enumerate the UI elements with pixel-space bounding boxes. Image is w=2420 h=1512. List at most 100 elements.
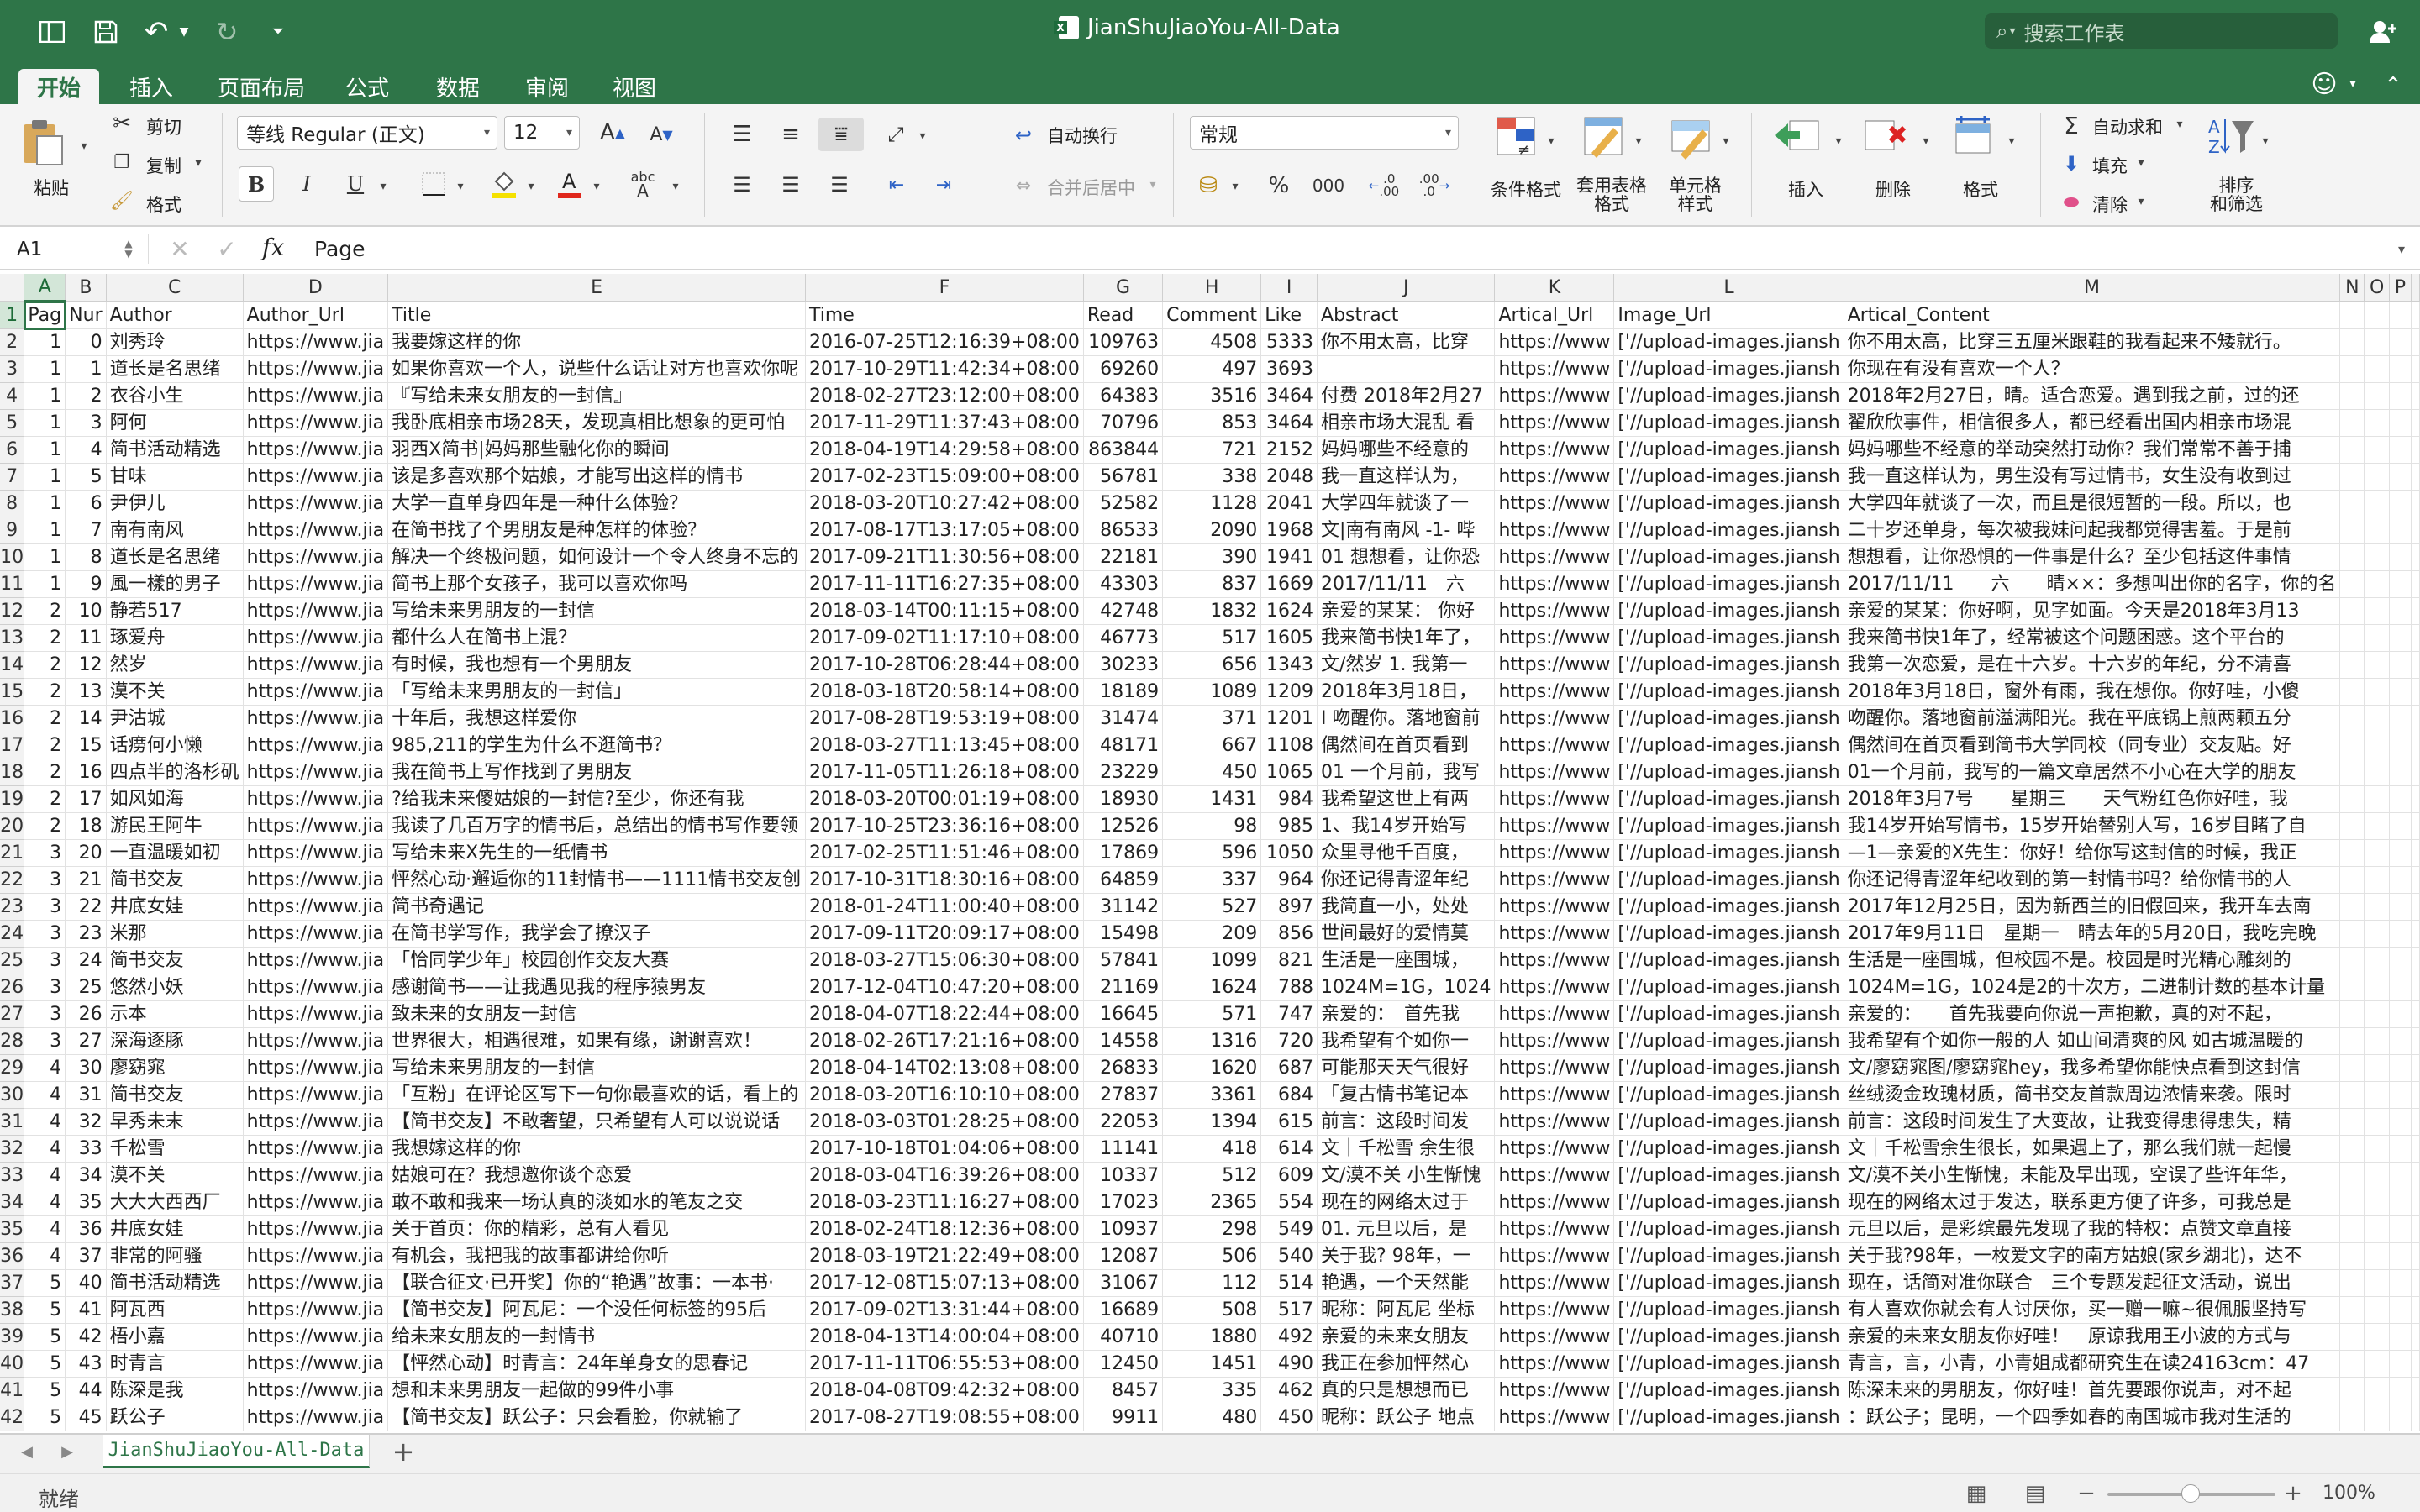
cell[interactable]: 琢爱舟 [106,624,244,652]
cell[interactable]: 有人喜欢你就会有人讨厌你，买一赠一嘛~很佩服坚持写 [1844,1296,2341,1324]
cell[interactable]: 1065 [1260,759,1318,786]
cell[interactable]: 1050 [1260,839,1318,867]
cell[interactable]: 悠然小妖 [106,974,244,1001]
cell[interactable]: https://www [1494,624,1615,652]
row-header[interactable]: 31 [0,1108,25,1136]
cell[interactable] [2364,1377,2391,1404]
redo-icon[interactable]: ↻ [210,16,244,48]
cell[interactable]: 2018-03-18T20:58:14+08:00 [805,678,1084,706]
cell[interactable]: 1343 [1260,651,1318,679]
cell[interactable] [2411,624,2420,652]
cell[interactable]: 44 [65,1377,107,1404]
cell[interactable]: 2018-03-20T10:27:42+08:00 [805,490,1084,517]
phonetic-dropdown-icon[interactable]: ▾ [669,178,682,195]
cell[interactable]: 你还记得青涩年纪收到的第一封情书吗？给你情书的人 [1844,866,2341,894]
cell[interactable] [2339,382,2365,410]
cell[interactable]: 2018-02-24T18:12:36+08:00 [805,1215,1084,1243]
conditional-format-icon[interactable]: ≠ [1492,113,1543,160]
conditional-format-label[interactable]: 条件格式 [1491,176,1561,202]
cell[interactable]: 1 [24,328,66,356]
cell[interactable]: Author_Url [243,301,389,329]
cell[interactable]: ['//upload-images.jiansh [1613,974,1844,1001]
align-right-button[interactable]: ☰ [818,168,860,202]
cell[interactable]: https://www.jia [243,1350,389,1378]
cell[interactable]: 1451 [1162,1350,1262,1378]
cell[interactable] [2339,812,2365,840]
cell[interactable]: https://www.jia [243,463,389,491]
cell-style-label[interactable]: 单元格 样式 [1669,176,1722,213]
cell[interactable]: 2017-12-04T10:47:20+08:00 [805,974,1084,1001]
cell[interactable] [2389,732,2412,759]
cell[interactable]: 简书奇遇记 [387,893,806,921]
cell[interactable]: 2017-08-27T19:08:55+08:00 [805,1404,1084,1431]
cell[interactable] [2364,732,2391,759]
cell[interactable]: 大大大西西厂 [106,1189,244,1216]
cell[interactable]: 42 [65,1323,107,1351]
cell[interactable]: 964 [1260,866,1318,894]
cell[interactable]: https://www.jia [243,839,389,867]
cell[interactable]: 48171 [1083,732,1164,759]
column-header-o[interactable]: O [2364,274,2391,302]
cell[interactable]: https://www [1494,1350,1615,1378]
column-header-p[interactable]: P [2389,274,2412,302]
bold-button[interactable]: B [239,166,274,202]
cell[interactable]: 亲爱的未来女朋友 [1317,1323,1496,1351]
cell[interactable]: 2 [24,812,66,840]
cell[interactable]: 18189 [1083,678,1164,706]
cell[interactable]: 世间最好的爱情莫 [1317,920,1496,948]
cell[interactable]: 尹伊儿 [106,490,244,517]
cell[interactable]: https://www.jia [243,974,389,1001]
cell[interactable]: 2018-01-24T11:00:40+08:00 [805,893,1084,921]
customize-toolbar-icon[interactable]: ⏷ [266,18,291,44]
cell[interactable]: https://www.jia [243,705,389,732]
row-header[interactable]: 13 [0,624,25,652]
cell[interactable]: 27 [65,1027,107,1055]
cell[interactable]: 昵称：跃公子 地点 [1317,1404,1496,1431]
copy-dropdown-icon[interactable]: ▾ [192,155,205,171]
cell[interactable]: 米那 [106,920,244,948]
cell[interactable]: 596 [1162,839,1262,867]
cell[interactable]: 文｜千松雪余生很长，如果遇上了，那么我们就一起慢 [1844,1135,2341,1163]
cell[interactable]: 40710 [1083,1323,1164,1351]
cell[interactable]: 4 [24,1162,66,1189]
cell[interactable]: Artical_Url [1494,301,1615,329]
cell[interactable] [2364,1350,2391,1378]
cell[interactable]: https://www.jia [243,1323,389,1351]
cell[interactable]: 2017-02-23T15:09:00+08:00 [805,463,1084,491]
cell[interactable]: 4 [24,1081,66,1109]
row-header[interactable]: 33 [0,1162,25,1189]
cell[interactable]: 497 [1162,355,1262,383]
cell[interactable]: 阿瓦西 [106,1296,244,1324]
cell[interactable] [2339,570,2365,598]
font-size-dropdown[interactable]: 12 ▾ [504,116,580,150]
cell[interactable] [1317,355,1496,383]
cell[interactable] [2339,705,2365,732]
cell[interactable] [2411,517,2420,544]
cell[interactable]: 2017年12月25日，因为新西兰的旧假回来，我开车去南 [1844,893,2341,921]
cell[interactable]: 2017-10-25T23:36:16+08:00 [805,812,1084,840]
cell[interactable]: 二十岁还单身，每次被我妹问起我都觉得害羞。于是前 [1844,517,2341,544]
tab-review[interactable]: 审阅 [518,69,576,104]
cell[interactable]: 64383 [1083,382,1164,410]
tab-data[interactable]: 数据 [429,69,487,104]
cell[interactable] [2339,1323,2365,1351]
cell[interactable]: 856 [1260,920,1318,948]
cell[interactable] [2389,624,2412,652]
cell[interactable]: 翟欣欣事件，相信很多人，都已经看出国内相亲市场混 [1844,409,2341,437]
cell[interactable]: 3 [24,893,66,921]
cell[interactable] [2389,409,2412,437]
cell[interactable]: 12 [65,651,107,679]
cell[interactable] [2339,893,2365,921]
format-painter-icon[interactable]: 🖌 [109,188,134,213]
cell[interactable]: 世界很大，相遇很难，如果有缘，谢谢喜欢！ [387,1027,806,1055]
cell[interactable]: 2017年9月11日 星期一 晴去年的5月20日，我吃完晚 [1844,920,2341,948]
cell[interactable]: 可能那天天气很好 [1317,1054,1496,1082]
cell[interactable]: 梧小嘉 [106,1323,244,1351]
decrease-font-size-button[interactable]: A ▼ [640,118,682,151]
cell[interactable]: 35 [65,1189,107,1216]
autosum-label[interactable]: 自动求和 [2092,114,2163,139]
cell[interactable]: 56781 [1083,463,1164,491]
cell[interactable] [2364,1242,2391,1270]
cell[interactable] [2364,570,2391,598]
cell[interactable]: 5333 [1260,328,1318,356]
